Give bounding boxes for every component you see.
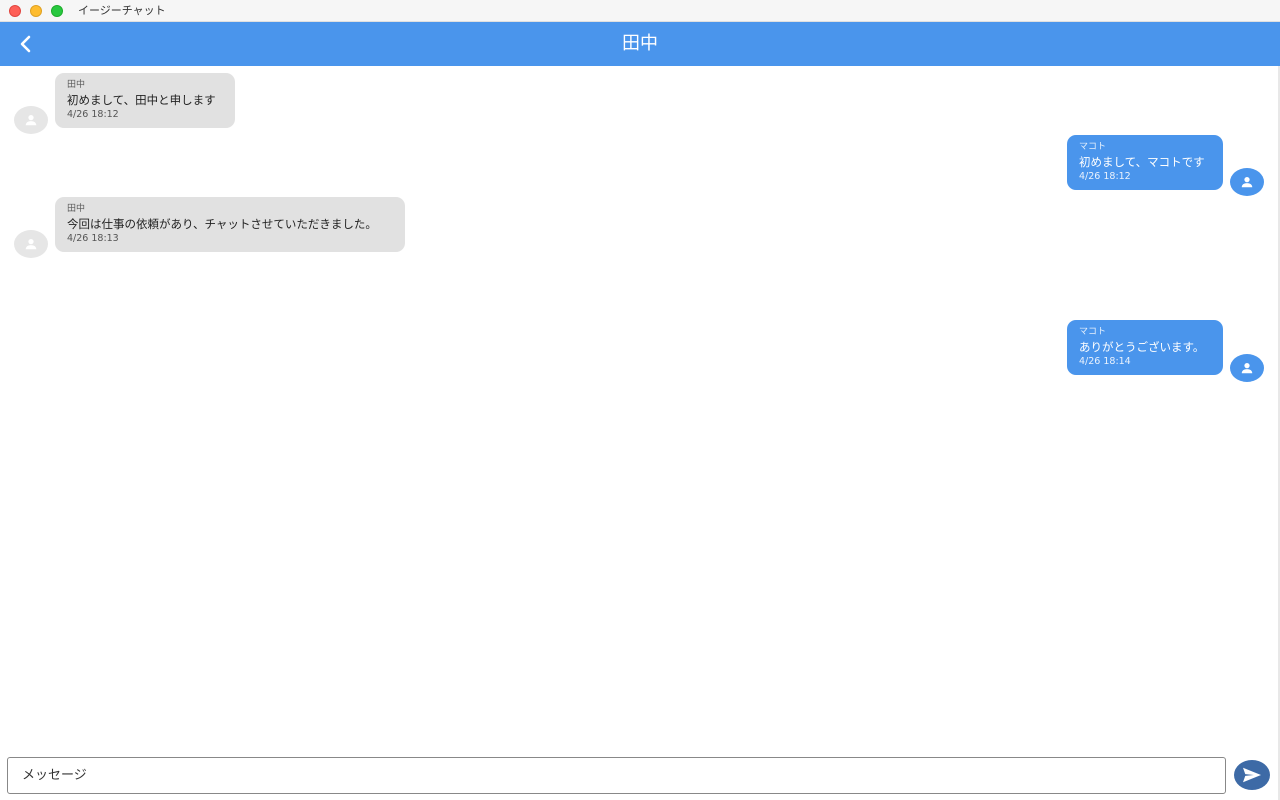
- message-bubble[interactable]: マコト 初めまして、マコトです 4/26 18:12: [1067, 135, 1223, 190]
- person-icon: [25, 115, 37, 126]
- message-list: 田中 初めまして、田中と申します 4/26 18:12 マコト 初めまして、マコ…: [0, 66, 1280, 750]
- page-title: 田中: [622, 33, 658, 54]
- avatar[interactable]: [14, 230, 48, 258]
- app-bar: 田中: [0, 22, 1280, 66]
- message-bubble[interactable]: 田中 今回は仕事の依頼があり、チャットさせていただきました。 4/26 18:1…: [55, 197, 405, 252]
- message-bubble[interactable]: マコト ありがとうございます。 4/26 18:14: [1067, 320, 1223, 375]
- message-sender: 田中: [67, 80, 86, 90]
- message-time: 4/26 18:12: [67, 109, 119, 120]
- window-minimize-button[interactable]: [30, 5, 42, 17]
- message-sender: 田中: [67, 204, 86, 214]
- message-input[interactable]: [7, 757, 1226, 794]
- person-icon: [25, 239, 37, 250]
- composer-bar: [0, 750, 1280, 800]
- message-text: 初めまして、田中と申します: [67, 93, 216, 107]
- message-sender: マコト: [1079, 142, 1107, 152]
- message-text: ありがとうございます。: [1079, 340, 1205, 354]
- window-maximize-button[interactable]: [51, 5, 63, 17]
- avatar[interactable]: [1230, 354, 1264, 382]
- send-icon: [1243, 767, 1261, 783]
- avatar[interactable]: [14, 106, 48, 134]
- avatar[interactable]: [1230, 168, 1264, 196]
- person-icon: [1241, 363, 1253, 374]
- window-titlebar: イージーチャット: [0, 0, 1280, 22]
- message-time: 4/26 18:14: [1079, 356, 1131, 367]
- message-time: 4/26 18:12: [1079, 171, 1131, 182]
- message-sender: マコト: [1079, 327, 1107, 337]
- app-window: イージーチャット 田中 田中 初めまして、田中と申します 4/26 18:12 …: [0, 0, 1280, 800]
- message-text: 今回は仕事の依頼があり、チャットさせていただきました。: [67, 217, 377, 231]
- message-bubble[interactable]: 田中 初めまして、田中と申します 4/26 18:12: [55, 73, 235, 128]
- send-button[interactable]: [1234, 760, 1270, 790]
- message-time: 4/26 18:13: [67, 233, 119, 244]
- window-close-button[interactable]: [9, 5, 21, 17]
- window-title: イージーチャット: [78, 4, 166, 17]
- message-text: 初めまして、マコトです: [1079, 155, 1205, 169]
- person-icon: [1241, 177, 1253, 188]
